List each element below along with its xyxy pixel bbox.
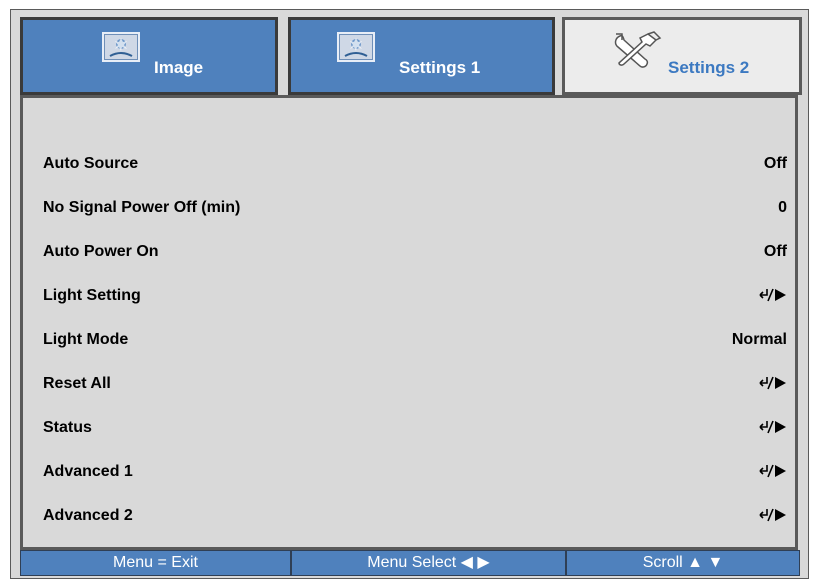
enter-right-icon (759, 506, 787, 529)
enter-right-icon (759, 286, 787, 309)
item-label: Light Mode (43, 331, 129, 348)
item-value: 0 (778, 199, 787, 216)
item-label: Auto Source (43, 155, 139, 172)
item-value: Off (763, 155, 787, 172)
menu-item-status[interactable]: Status (43, 407, 787, 451)
image-icon (102, 32, 140, 62)
enter-right-icon (759, 374, 787, 397)
image-icon (337, 32, 375, 62)
item-label: Auto Power On (43, 243, 159, 260)
menu-item-no-signal-power-off[interactable]: No Signal Power Off (min) 0 (43, 187, 787, 231)
footer-exit-hint: Menu = Exit (20, 550, 291, 576)
menu-item-advanced-2[interactable]: Advanced 2 (43, 495, 787, 539)
footer-select-hint: Menu Select ◀ ▶ (291, 550, 566, 576)
tab-label: Settings 2 (668, 58, 750, 77)
item-value: Off (763, 243, 787, 260)
footer-scroll-hint: Scroll ▲ ▼ (566, 550, 800, 576)
menu-item-auto-source[interactable]: Auto Source Off (43, 143, 787, 187)
item-label: No Signal Power Off (min) (43, 199, 241, 216)
tab-settings-2[interactable]: Settings 2 (562, 17, 802, 95)
tab-settings-1[interactable]: Settings 1 (288, 17, 555, 95)
item-label: Advanced 1 (43, 463, 133, 480)
enter-right-icon (759, 418, 787, 441)
menu-item-advanced-1[interactable]: Advanced 1 (43, 451, 787, 495)
settings-panel: Auto Source Off No Signal Power Off (min… (20, 95, 798, 550)
item-label: Status (43, 419, 92, 436)
item-label: Reset All (43, 375, 111, 392)
tab-label: Image (154, 58, 204, 77)
tools-icon (610, 30, 662, 75)
enter-right-icon (759, 462, 787, 485)
osd-menu: Image Settings 1 Settings 2 Auto Source (10, 9, 809, 579)
menu-item-light-mode[interactable]: Light Mode Normal (43, 319, 787, 363)
tab-image[interactable]: Image (20, 17, 278, 95)
menu-item-reset-all[interactable]: Reset All (43, 363, 787, 407)
tab-label: Settings 1 (399, 58, 481, 77)
item-value: Normal (731, 331, 787, 348)
menu-item-light-setting[interactable]: Light Setting (43, 275, 787, 319)
footer-bar: Menu = Exit Menu Select ◀ ▶ Scroll ▲ ▼ (20, 550, 800, 576)
item-label: Advanced 2 (43, 507, 133, 524)
item-label: Light Setting (43, 287, 141, 304)
menu-item-auto-power-on[interactable]: Auto Power On Off (43, 231, 787, 275)
